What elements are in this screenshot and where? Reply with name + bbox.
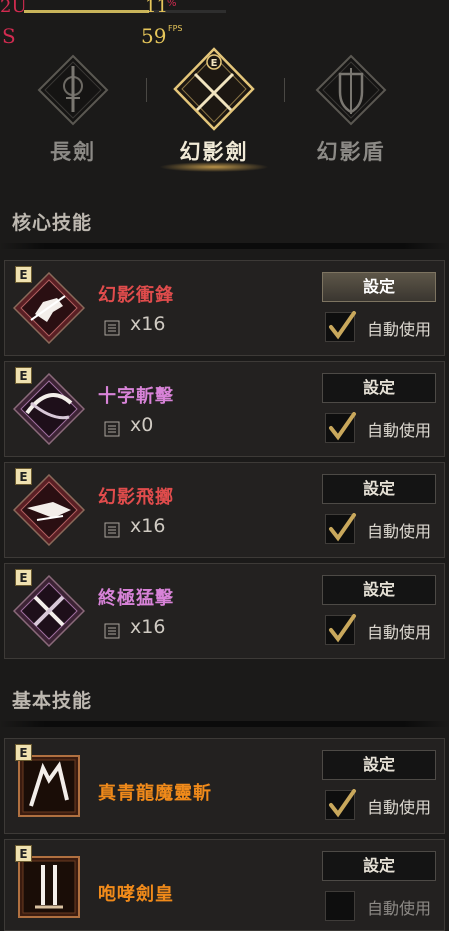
auto-use-label: 自動使用 xyxy=(367,320,432,339)
weapon-tabs: 長劍 E 幻影劍 幻影盾 xyxy=(0,44,449,174)
settings-button[interactable]: 設定 xyxy=(322,575,436,605)
section-divider xyxy=(0,243,449,249)
section-title-core-skills: 核心技能 xyxy=(12,212,93,234)
skill-card: E 終極猛擊 x16 設定 自動使用 xyxy=(4,563,445,659)
charge-book-icon xyxy=(104,623,120,639)
auto-use-label: 自動使用 xyxy=(367,421,432,440)
settings-button[interactable]: 設定 xyxy=(322,851,436,881)
checkmark-icon xyxy=(329,614,356,643)
checkmark-icon xyxy=(329,311,356,340)
fps-label: FPS xyxy=(168,24,183,33)
skill-card: E 幻影飛擲 x16 設定 自動使用 xyxy=(4,462,445,558)
skill-card: E 咆哮劍皇 設定 自動使用 xyxy=(4,839,445,931)
active-tab-glow xyxy=(159,162,269,172)
longsword-emblem-icon xyxy=(37,54,109,126)
checkmark-icon xyxy=(329,412,356,441)
auto-use-checkbox[interactable] xyxy=(325,311,356,342)
overlay-top-value: 11 xyxy=(145,0,168,17)
auto-use-checkbox[interactable] xyxy=(325,891,355,921)
skill-name: 幻影衝鋒 xyxy=(98,285,174,306)
phantom-shield-emblem-icon xyxy=(315,54,387,126)
skill-card: E 幻影衝鋒 x16 設定 自動使用 xyxy=(4,260,445,356)
skill-card: E 十字斬擊 x0 設定 自動使用 xyxy=(4,361,445,457)
auto-use-checkbox[interactable] xyxy=(325,614,356,645)
skill-count-value: x16 xyxy=(130,515,166,537)
tab-longsword[interactable]: 長劍 xyxy=(18,44,128,174)
section-divider xyxy=(0,721,449,727)
charge-book-icon xyxy=(104,522,120,538)
checkmark-icon xyxy=(329,513,356,542)
tab-longsword-label: 長劍 xyxy=(50,140,96,164)
tab-divider xyxy=(284,78,285,102)
tab-phantom-shield-label: 幻影盾 xyxy=(316,140,386,164)
skill-grade-badge: E xyxy=(15,266,32,283)
settings-button[interactable]: 設定 xyxy=(322,750,436,780)
skill-grade-badge: E xyxy=(15,845,32,862)
phantom-sword-badge: E xyxy=(211,58,218,69)
skill-grade-badge: E xyxy=(15,744,32,761)
skill-grade-badge: E xyxy=(15,468,32,485)
skill-count-value: x16 xyxy=(130,616,166,638)
tab-phantom-sword[interactable]: E 幻影劍 xyxy=(159,44,269,174)
overlay-top-unit: % xyxy=(167,0,177,9)
auto-use-checkbox[interactable] xyxy=(325,412,356,443)
section-title-basic-skills: 基本技能 xyxy=(12,690,93,712)
charge-book-icon xyxy=(104,320,120,336)
skill-name: 終極猛擊 xyxy=(98,588,174,609)
skill-card: E 真青龍魔靈斬 設定 自動使用 xyxy=(4,738,445,834)
performance-overlay: 2U S 11 % 59 FPS xyxy=(0,0,449,48)
skill-name: 咆哮劍皇 xyxy=(98,884,174,905)
overlay-progress-bar xyxy=(24,10,226,13)
skill-count-value: x16 xyxy=(130,313,166,335)
skill-name: 幻影飛擲 xyxy=(98,487,174,508)
auto-use-checkbox[interactable] xyxy=(325,789,356,820)
settings-button[interactable]: 設定 xyxy=(322,272,436,302)
skill-grade-badge: E xyxy=(15,367,32,384)
skill-grade-badge: E xyxy=(15,569,32,586)
overlay-top-left-text: 2U xyxy=(0,0,27,17)
tab-phantom-shield[interactable]: 幻影盾 xyxy=(296,44,406,174)
settings-button[interactable]: 設定 xyxy=(322,474,436,504)
auto-use-label: 自動使用 xyxy=(367,623,432,642)
charge-book-icon xyxy=(104,421,120,437)
auto-use-label: 自動使用 xyxy=(367,798,432,817)
auto-use-label: 自動使用 xyxy=(367,899,432,918)
tab-divider xyxy=(146,78,147,102)
skill-name: 真青龍魔靈斬 xyxy=(98,783,212,804)
skill-count-value: x0 xyxy=(130,414,154,436)
skill-name: 十字斬擊 xyxy=(98,386,174,407)
auto-use-label: 自動使用 xyxy=(367,522,432,541)
checkmark-icon xyxy=(329,789,356,818)
phantom-sword-emblem-icon: E xyxy=(173,47,255,131)
auto-use-checkbox[interactable] xyxy=(325,513,356,544)
settings-button[interactable]: 設定 xyxy=(322,373,436,403)
